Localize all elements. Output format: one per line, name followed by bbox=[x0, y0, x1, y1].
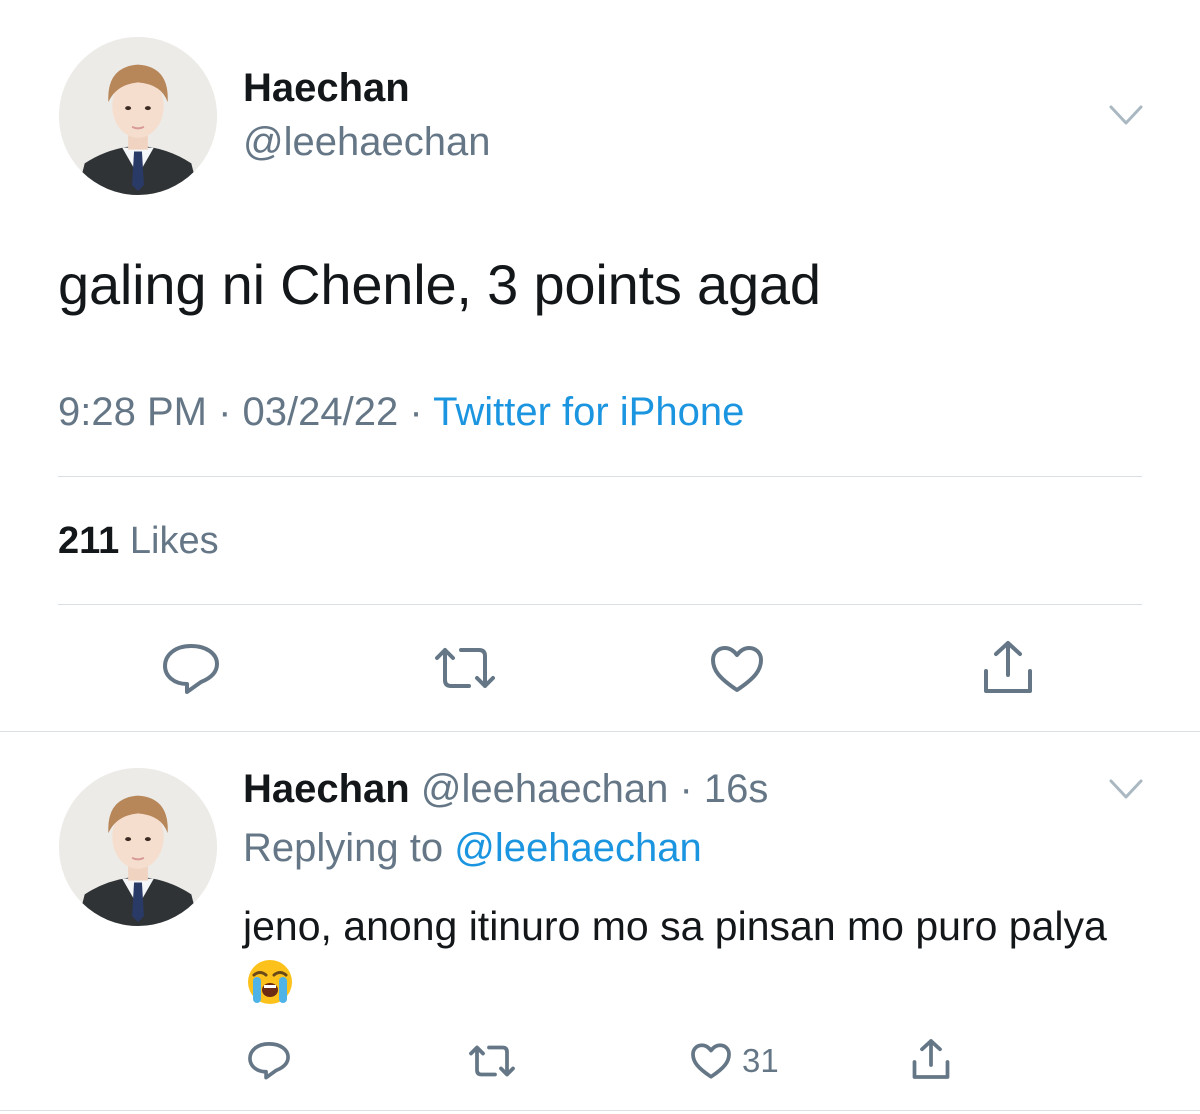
bottom-separator bbox=[0, 1110, 1200, 1111]
reply-button[interactable] bbox=[161, 642, 221, 694]
replying-to: Replying to @leehaechan bbox=[243, 826, 702, 871]
main-display-name[interactable]: Haechan bbox=[243, 66, 410, 111]
reply-icon bbox=[248, 1042, 290, 1080]
reply-header: Haechan @leehaechan · 16s bbox=[243, 767, 768, 812]
chevron-down-icon[interactable] bbox=[1109, 104, 1143, 126]
reply-reply-button[interactable] bbox=[247, 1040, 291, 1080]
reply-display-name[interactable]: Haechan bbox=[243, 767, 410, 811]
likes-summary[interactable]: 211 Likes bbox=[58, 520, 219, 563]
replying-mention-link[interactable]: @leehaechan bbox=[454, 826, 701, 870]
heart-icon bbox=[691, 1043, 731, 1079]
likes-label: Likes bbox=[129, 520, 219, 562]
reply-text-content: jeno, anong itinuro mo sa pinsan mo puro… bbox=[243, 903, 1107, 949]
retweet-button[interactable] bbox=[433, 646, 497, 690]
reply-like-button[interactable]: 31 bbox=[690, 1042, 779, 1080]
meta-separator: · bbox=[409, 390, 423, 434]
reply-retweet-button[interactable] bbox=[468, 1044, 516, 1078]
heart-icon bbox=[711, 646, 763, 692]
meta-separator: · bbox=[218, 390, 232, 434]
retweet-icon bbox=[435, 648, 495, 688]
retweet-icon bbox=[469, 1045, 515, 1077]
tweet-source-link[interactable]: Twitter for iPhone bbox=[433, 390, 744, 434]
reply-handle-time: @leehaechan · 16s bbox=[420, 767, 769, 811]
chevron-down-icon[interactable] bbox=[1109, 778, 1143, 800]
main-tweet-text: galing ni Chenle, 3 points agad bbox=[58, 253, 821, 316]
main-avatar[interactable] bbox=[59, 37, 217, 195]
avatar-image bbox=[59, 37, 217, 195]
main-handle[interactable]: @leehaechan bbox=[243, 120, 490, 165]
loudly-crying-face-icon bbox=[245, 957, 295, 1007]
avatar-image bbox=[59, 768, 217, 926]
divider bbox=[58, 604, 1142, 605]
reply-icon bbox=[163, 644, 219, 694]
share-icon bbox=[912, 1039, 950, 1079]
reply-avatar[interactable] bbox=[59, 768, 217, 926]
share-icon bbox=[984, 641, 1032, 693]
tweet-date: 03/24/22 bbox=[242, 390, 399, 434]
tweet-time: 9:28 PM bbox=[58, 390, 207, 434]
like-button[interactable] bbox=[709, 644, 765, 694]
reply-share-button[interactable] bbox=[910, 1038, 952, 1080]
reply-tweet-text: jeno, anong itinuro mo sa pinsan mo puro… bbox=[243, 897, 1143, 1015]
tweet-meta: 9:28 PM · 03/24/22 · Twitter for iPhone bbox=[58, 390, 744, 435]
tweet-separator bbox=[0, 731, 1200, 732]
divider bbox=[58, 476, 1142, 477]
replying-label: Replying to bbox=[243, 826, 444, 870]
share-button[interactable] bbox=[980, 639, 1036, 695]
reply-like-count: 31 bbox=[742, 1042, 779, 1079]
likes-count: 211 bbox=[58, 520, 120, 562]
